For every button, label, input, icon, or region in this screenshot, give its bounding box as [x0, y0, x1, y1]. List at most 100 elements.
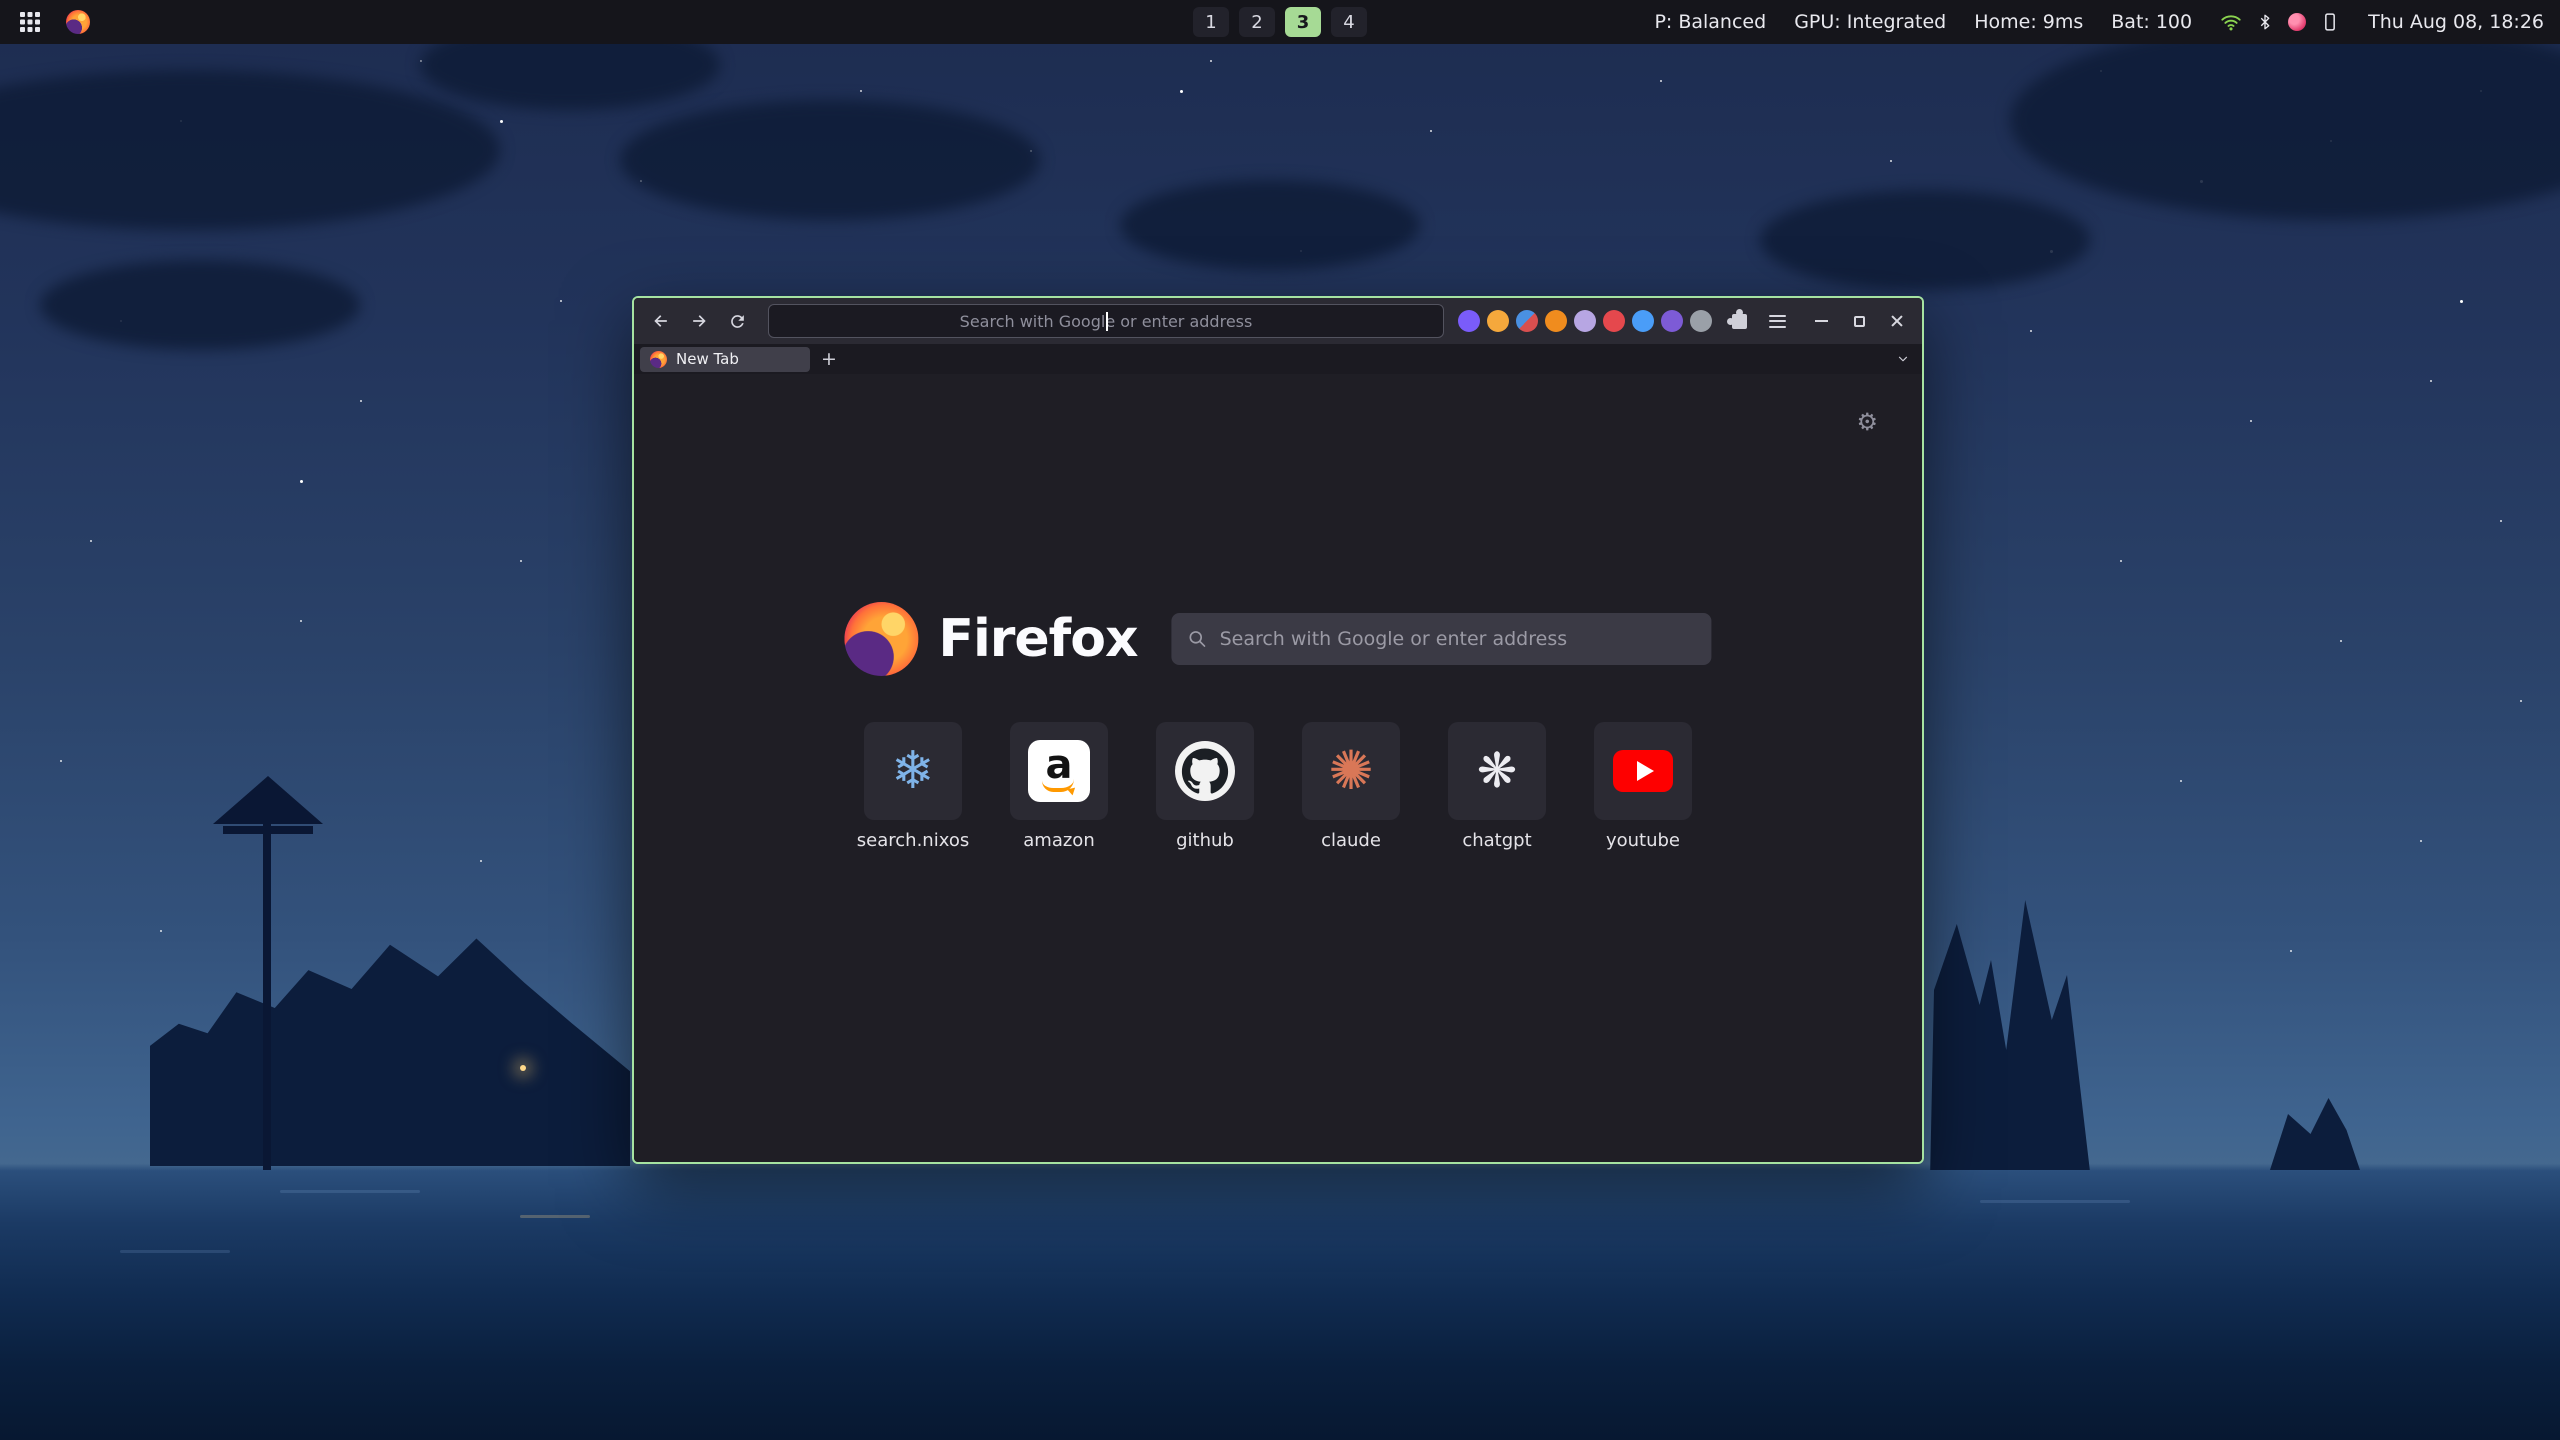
shortcut-search-nixos[interactable]: ❄ search.nixos — [863, 722, 963, 851]
shortcut-grid: ❄ search.nixos a amazon — [863, 722, 1693, 851]
newtab-settings-gear-icon[interactable]: ⚙ — [1856, 410, 1878, 434]
display-icon[interactable] — [2320, 11, 2340, 33]
clock[interactable]: Thu Aug 08, 18:26 — [2368, 11, 2544, 33]
forward-arrow-icon — [689, 311, 709, 331]
wallpaper-watchtower — [215, 790, 325, 1170]
shortcut-tile: ❋ — [1448, 722, 1546, 820]
reload-icon — [728, 312, 747, 331]
puzzle-icon — [1732, 314, 1747, 329]
shortcut-label: youtube — [1606, 830, 1680, 851]
newtab-search[interactable] — [1172, 613, 1712, 665]
shortcut-tile: ✺ — [1302, 722, 1400, 820]
top-bar: 1 2 3 4 P: Balanced GPU: Integrated Home… — [0, 0, 2560, 44]
tab-title: New Tab — [676, 350, 739, 368]
firefox-wordmark: Firefox — [938, 609, 1137, 669]
shortcut-chatgpt[interactable]: ❋ chatgpt — [1447, 722, 1547, 851]
wallpaper-reflection — [1980, 1200, 2130, 1203]
color-profile-icon — [2288, 13, 2306, 31]
maximize-icon — [1854, 316, 1865, 327]
workspace-button-1[interactable]: 1 — [1193, 7, 1229, 37]
window-controls — [1806, 306, 1912, 336]
minimize-button[interactable] — [1806, 306, 1836, 336]
search-icon — [1188, 629, 1208, 649]
wallpaper-reflection — [280, 1190, 420, 1193]
workspace-button-4[interactable]: 4 — [1331, 7, 1367, 37]
shortcut-github[interactable]: github — [1155, 722, 1255, 851]
firefox-launcher-button[interactable] — [62, 6, 94, 38]
list-all-tabs-button[interactable] — [1890, 347, 1916, 372]
shortcut-tile — [1594, 722, 1692, 820]
openai-knot-icon: ❋ — [1477, 747, 1517, 795]
extension-icon[interactable] — [1545, 310, 1567, 332]
chevron-down-icon — [1896, 352, 1910, 366]
shortcut-claude[interactable]: ✺ claude — [1301, 722, 1401, 851]
wallpaper-cloud — [40, 260, 360, 350]
power-profile-status[interactable]: P: Balanced — [1654, 11, 1766, 33]
extensions-puzzle-button[interactable] — [1722, 304, 1756, 338]
extension-icon[interactable] — [1516, 310, 1538, 332]
amazon-icon: a — [1028, 740, 1090, 802]
wallpaper-hut-light — [520, 1065, 526, 1071]
maximize-button[interactable] — [1844, 306, 1874, 336]
shortcut-label: claude — [1321, 830, 1381, 851]
top-bar-left — [0, 6, 94, 38]
wallpaper-cloud — [1120, 180, 1420, 270]
wallpaper-cloud — [1760, 190, 2090, 290]
back-arrow-icon — [651, 311, 671, 331]
shortcut-amazon[interactable]: a amazon — [1009, 722, 1109, 851]
wallpaper-rock — [2270, 1090, 2360, 1170]
firefox-icon — [66, 10, 90, 34]
newtab-page: ⚙ Firefox ❄ search.nixos — [634, 374, 1922, 1162]
workspace-switcher: 1 2 3 4 — [1193, 0, 1367, 44]
app-launcher-button[interactable] — [14, 6, 46, 38]
github-octocat-icon — [1175, 741, 1235, 801]
close-button[interactable] — [1882, 306, 1912, 336]
new-tab-button[interactable]: + — [816, 347, 842, 372]
workspace-button-3-active[interactable]: 3 — [1285, 7, 1321, 37]
url-bar[interactable]: Search with Google or enter address — [768, 304, 1444, 338]
wifi-icon[interactable] — [2220, 11, 2242, 33]
back-button[interactable] — [644, 304, 678, 338]
browser-toolbar: Search with Google or enter address — [634, 298, 1922, 344]
wallpaper-cloud — [0, 70, 500, 230]
hamburger-icon — [1769, 315, 1786, 328]
reload-button[interactable] — [720, 304, 754, 338]
firefox-logo — [844, 602, 918, 676]
extension-icon[interactable] — [1632, 310, 1654, 332]
home-latency-status: Home: 9ms — [1974, 11, 2083, 33]
battery-status: Bat: 100 — [2111, 11, 2192, 33]
shortcut-label: amazon — [1023, 830, 1094, 851]
extension-icon[interactable] — [1487, 310, 1509, 332]
shortcut-youtube[interactable]: youtube — [1593, 722, 1693, 851]
top-bar-right: P: Balanced GPU: Integrated Home: 9ms Ba… — [1654, 11, 2560, 33]
shortcut-tile — [1156, 722, 1254, 820]
shortcut-label: github — [1176, 830, 1234, 851]
newtab-hero: Firefox — [844, 602, 1711, 676]
system-tray — [2220, 11, 2340, 33]
wallpaper-reflection — [520, 1215, 590, 1218]
close-icon — [1890, 314, 1904, 328]
menu-button[interactable] — [1760, 304, 1794, 338]
extension-icon[interactable] — [1690, 310, 1712, 332]
tab-new-tab[interactable]: New Tab — [640, 347, 810, 372]
wallpaper-reflection — [120, 1250, 230, 1253]
newtab-search-input[interactable] — [1220, 628, 1696, 650]
wallpaper-cloud — [2010, 20, 2560, 220]
wallpaper-rocks — [1915, 870, 2105, 1170]
forward-button[interactable] — [682, 304, 716, 338]
extension-icon[interactable] — [1458, 310, 1480, 332]
wallpaper-cloud — [620, 100, 1040, 220]
extension-buttons — [1458, 310, 1712, 332]
extension-icon[interactable] — [1603, 310, 1625, 332]
nixos-snowflake-icon: ❄ — [891, 745, 935, 797]
shortcut-label: search.nixos — [857, 830, 969, 851]
shortcut-label: chatgpt — [1462, 830, 1531, 851]
workspace-button-2[interactable]: 2 — [1239, 7, 1275, 37]
app-grid-icon — [19, 11, 41, 33]
extension-icon[interactable] — [1661, 310, 1683, 332]
extension-icon[interactable] — [1574, 310, 1596, 332]
bluetooth-icon[interactable] — [2256, 11, 2274, 33]
firefox-window: Search with Google or enter address — [632, 296, 1924, 1164]
shortcut-tile: ❄ — [864, 722, 962, 820]
shortcut-tile: a — [1010, 722, 1108, 820]
